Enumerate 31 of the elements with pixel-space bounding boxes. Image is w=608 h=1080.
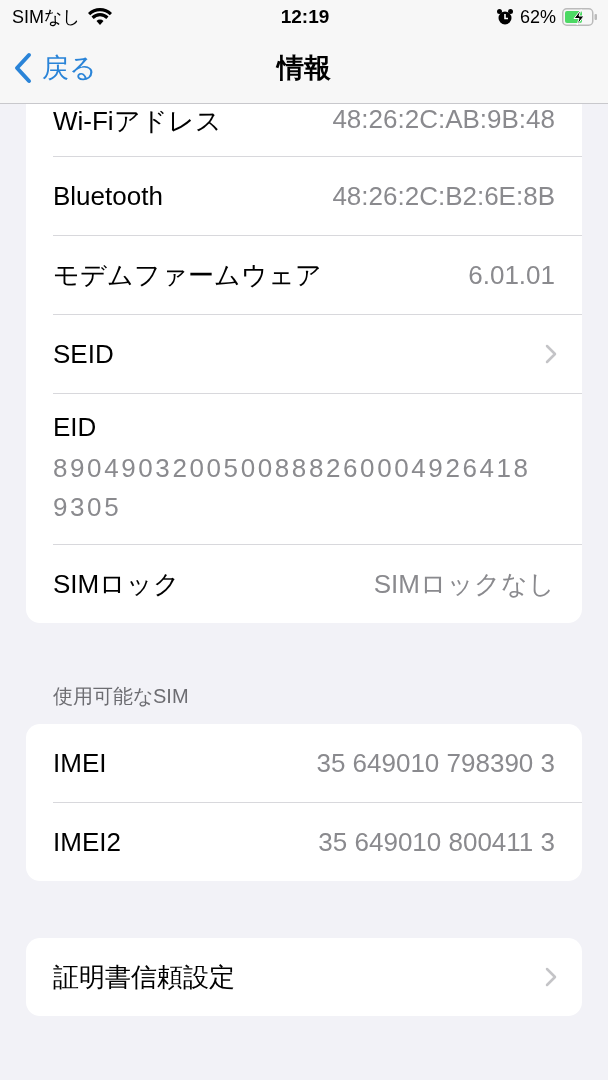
carrier-label: SIMなし — [12, 6, 80, 29]
row-label: IMEI2 — [53, 826, 121, 858]
back-button[interactable]: 戻る — [0, 50, 97, 86]
page-title: 情報 — [277, 52, 331, 85]
row-value: 48:26:2C:B2:6E:8B — [332, 180, 555, 212]
row-label: 証明書信頼設定 — [53, 960, 235, 994]
row-value: SIMロックなし — [373, 567, 555, 601]
section-header: 使用可能なSIM — [52, 684, 190, 709]
row-label: モデムファームウェア — [53, 258, 322, 292]
row-value: 35 649010 800411 3 — [318, 826, 555, 858]
wifi-icon — [88, 8, 112, 26]
clock-time: 12:19 — [280, 6, 330, 28]
row-label: IMEI — [53, 747, 107, 779]
row-label: Bluetooth — [53, 180, 163, 212]
back-label: 戻る — [42, 52, 97, 85]
battery-percent: 62% — [519, 6, 556, 28]
row-label: SIMロック — [53, 567, 181, 601]
row-label: Wi-Fiアドレス — [53, 105, 222, 138]
row-value: 35 649010 798390 3 — [316, 747, 555, 779]
charging-battery-icon — [562, 8, 598, 26]
chevron-left-icon — [14, 52, 32, 84]
settings-row[interactable]: SEID — [53, 314, 582, 393]
settings-row[interactable]: 証明書信頼設定 — [53, 938, 582, 1016]
row-value: 48:26:2C:AB:9B:48 — [332, 104, 555, 135]
row-value: 6.01.01 — [468, 259, 555, 291]
alarm-clock-icon — [495, 8, 514, 26]
row-value: 89049032005008882600049264189305 — [53, 451, 532, 524]
row-label: EID — [53, 411, 97, 443]
chevron-right-icon — [545, 344, 557, 364]
row-label: SEID — [53, 338, 114, 370]
chevron-right-icon — [545, 967, 557, 987]
